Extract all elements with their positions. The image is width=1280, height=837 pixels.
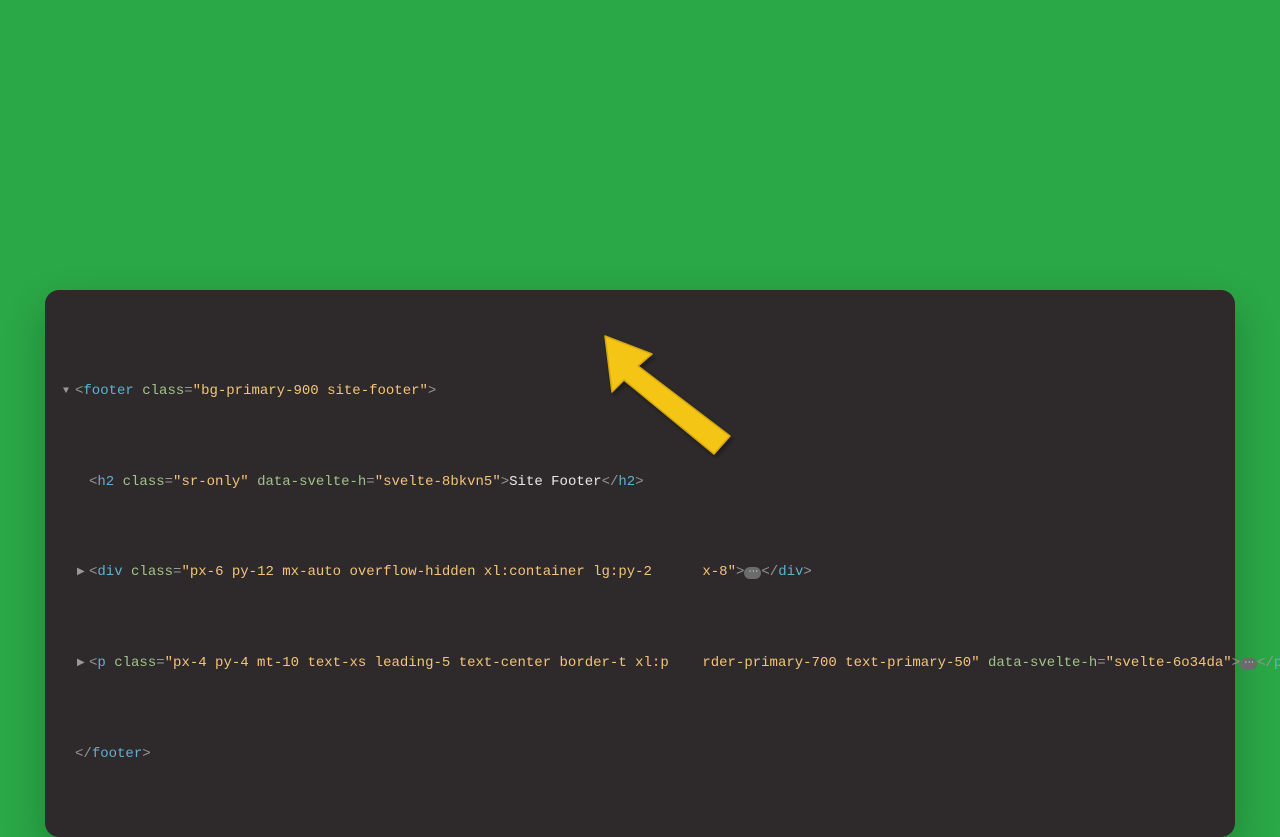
ellipsis-icon[interactable]: ⋯ <box>1240 658 1257 670</box>
dom-node-h2[interactable]: <h2 class="sr-only" data-svelte-h="svelt… <box>61 455 1219 491</box>
dom-node-div-collapsed[interactable]: ▶<div class="px-6 py-12 mx-auto overflow… <box>61 545 1219 582</box>
dom-text-content: Site Footer <box>509 474 601 490</box>
dom-node-footer-open[interactable]: ▼<footer class="bg-primary-900 site-foot… <box>61 364 1219 401</box>
chevron-down-icon[interactable]: ▼ <box>63 383 75 401</box>
dom-node-p-collapsed[interactable]: ▶<p class="px-4 py-4 mt-10 text-xs leadi… <box>61 636 1219 673</box>
chevron-right-icon[interactable]: ▶ <box>77 564 89 582</box>
devtools-dom-panel[interactable]: ▼<footer class="bg-primary-900 site-foot… <box>45 290 1235 837</box>
chevron-right-icon[interactable]: ▶ <box>77 655 89 673</box>
dom-node-footer-close[interactable]: </footer> <box>61 727 1219 763</box>
dom-tree[interactable]: ▼<footer class="bg-primary-900 site-foot… <box>61 310 1219 817</box>
ellipsis-icon[interactable]: ⋯ <box>744 567 761 579</box>
